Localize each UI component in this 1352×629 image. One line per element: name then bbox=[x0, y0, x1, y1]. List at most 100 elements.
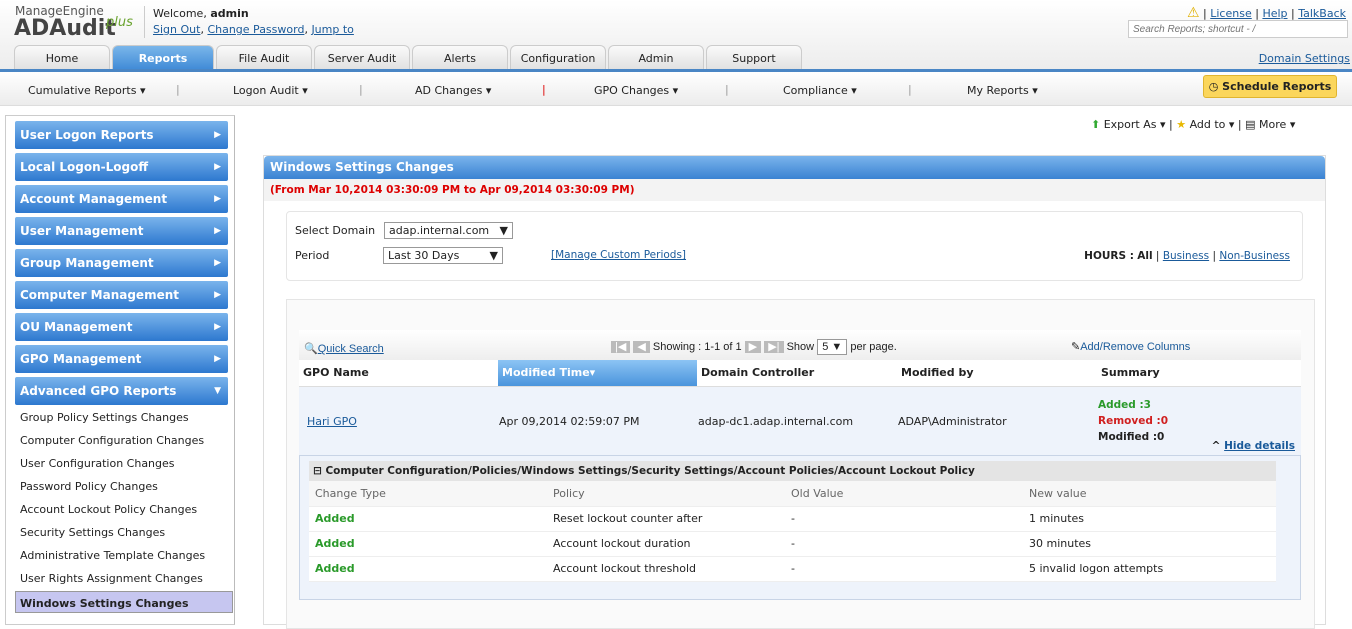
chevron-right-icon: ▶ bbox=[214, 130, 221, 140]
modified-by: ADAP\Administrator bbox=[898, 414, 1007, 428]
first-page-button[interactable]: |◀ bbox=[611, 341, 631, 353]
per-page-label: per page. bbox=[850, 341, 897, 353]
hours-non-business-link[interactable]: Non-Business bbox=[1219, 250, 1290, 262]
tab-file-audit[interactable]: File Audit bbox=[216, 45, 312, 70]
summary-added: Added :3 bbox=[1098, 399, 1151, 412]
select-domain-label: Select Domain bbox=[295, 224, 376, 237]
change-password-link[interactable]: Change Password bbox=[207, 23, 304, 36]
hide-details-link[interactable]: Hide details bbox=[1224, 440, 1295, 452]
sidebar-item[interactable]: Security Settings Changes bbox=[15, 522, 233, 544]
tab-reports[interactable]: Reports bbox=[112, 45, 214, 70]
menu-compliance[interactable]: Compliance ▾ bbox=[783, 84, 857, 97]
sidebar-section-gpo-mgmt[interactable]: GPO Management ▶ bbox=[15, 345, 228, 373]
divider bbox=[144, 6, 145, 38]
add-to-menu[interactable]: Add to ▾ bbox=[1190, 118, 1235, 131]
sign-out-link[interactable]: Sign Out bbox=[153, 23, 200, 36]
col-new-value: New value bbox=[1023, 481, 1276, 507]
col-policy: Policy bbox=[547, 481, 785, 507]
sidebar-item-selected[interactable]: Windows Settings Changes bbox=[15, 591, 233, 613]
col-modified-by[interactable]: Modified by bbox=[897, 360, 1097, 387]
menu-cumulative-reports[interactable]: Cumulative Reports ▾ bbox=[28, 84, 146, 97]
header: ManageEngine ADAudit plus Welcome, admin… bbox=[0, 0, 1352, 70]
tab-alerts[interactable]: Alerts bbox=[412, 45, 508, 70]
help-link[interactable]: Help bbox=[1262, 7, 1287, 20]
sidebar-section-account-mgmt[interactable]: Account Management ▶ bbox=[15, 185, 228, 213]
tab-home[interactable]: Home bbox=[14, 45, 110, 70]
search-input[interactable] bbox=[1128, 20, 1348, 38]
policy-path: Computer Configuration/Policies/Windows … bbox=[325, 465, 975, 477]
talkback-link[interactable]: TalkBack bbox=[1298, 7, 1346, 20]
schedule-reports-button[interactable]: ◷ Schedule Reports bbox=[1203, 75, 1337, 98]
col-domain-controller[interactable]: Domain Controller bbox=[697, 360, 897, 387]
separator: | bbox=[176, 83, 180, 96]
col-change-type: Change Type bbox=[309, 481, 547, 507]
sidebar-item[interactable]: User Configuration Changes bbox=[15, 453, 233, 475]
sidebar-section-ou-mgmt[interactable]: OU Management ▶ bbox=[15, 313, 228, 341]
manage-custom-periods-link[interactable]: [Manage Custom Periods] bbox=[551, 249, 686, 261]
prev-page-button[interactable]: ◀ bbox=[633, 341, 650, 353]
menu-logon-audit[interactable]: Logon Audit ▾ bbox=[233, 84, 308, 97]
menu-gpo-changes[interactable]: GPO Changes ▾ bbox=[594, 84, 678, 97]
sidebar-item[interactable]: User Rights Assignment Changes bbox=[15, 568, 233, 590]
clock-icon: ◷ bbox=[1208, 80, 1219, 93]
tab-support[interactable]: Support bbox=[706, 45, 802, 70]
chevron-right-icon: ▶ bbox=[214, 322, 221, 332]
tab-admin[interactable]: Admin bbox=[608, 45, 704, 70]
per-page-select[interactable]: 5 ▼ bbox=[817, 339, 848, 355]
collapse-icon[interactable]: ⊟ bbox=[313, 465, 322, 477]
hours-business-link[interactable]: Business bbox=[1163, 250, 1209, 262]
chevron-right-icon: ▶ bbox=[214, 162, 221, 172]
tab-server-audit[interactable]: Server Audit bbox=[314, 45, 410, 70]
sidebar-section-user-logon[interactable]: User Logon Reports ▶ bbox=[15, 121, 228, 149]
details-panel: ⊟ Computer Configuration/Policies/Window… bbox=[299, 455, 1301, 600]
detail-row: Added Account lockout duration -30 minutes bbox=[309, 531, 1276, 557]
sidebar-item[interactable]: Group Policy Settings Changes bbox=[15, 407, 233, 429]
schedule-reports-label: Schedule Reports bbox=[1222, 80, 1332, 93]
username: admin bbox=[210, 7, 249, 20]
results-grid: 🔍Quick Search |◀ ◀ Showing : 1-1 of 1 ▶ … bbox=[286, 299, 1315, 629]
hours-all[interactable]: All bbox=[1137, 250, 1152, 262]
menu-my-reports[interactable]: My Reports ▾ bbox=[967, 84, 1038, 97]
tab-configuration[interactable]: Configuration bbox=[510, 45, 606, 70]
sidebar-item[interactable]: Account Lockout Policy Changes bbox=[15, 499, 233, 521]
col-modified-time[interactable]: Modified Time▾ bbox=[498, 360, 697, 387]
more-icon: ▤ bbox=[1245, 118, 1256, 131]
chevron-right-icon: ▶ bbox=[214, 354, 221, 364]
show-label: Show bbox=[786, 341, 815, 353]
quick-search-link[interactable]: Quick Search bbox=[318, 343, 384, 355]
next-page-button[interactable]: ▶ bbox=[744, 341, 762, 353]
gpo-link[interactable]: Hari GPO bbox=[307, 415, 357, 428]
export-menu[interactable]: Export As ▾ bbox=[1104, 118, 1166, 131]
period-label: Period bbox=[295, 249, 330, 262]
sidebar-item[interactable]: Computer Configuration Changes bbox=[15, 430, 233, 452]
sidebar-item[interactable]: Password Policy Changes bbox=[15, 476, 233, 498]
domain-settings-link[interactable]: Domain Settings bbox=[1259, 52, 1350, 65]
sidebar-section-advanced-gpo[interactable]: Advanced GPO Reports ▼ bbox=[15, 377, 228, 405]
period-select[interactable]: Last 30 Days ▼ bbox=[383, 247, 503, 264]
modified-time: Apr 09,2014 02:59:07 PM bbox=[499, 414, 640, 428]
detail-header: Change Type Policy Old Value New value bbox=[309, 481, 1276, 507]
col-summary[interactable]: Summary bbox=[1097, 360, 1301, 387]
chevron-right-icon: ▶ bbox=[214, 226, 221, 236]
add-remove-columns-link[interactable]: Add/Remove Columns bbox=[1080, 341, 1190, 353]
last-page-button[interactable]: ▶| bbox=[764, 341, 784, 353]
separator: | bbox=[542, 83, 546, 96]
date-range: (From Mar 10,2014 03:30:09 PM to Apr 09,… bbox=[264, 179, 1325, 201]
logo-product: ADAudit bbox=[14, 16, 116, 41]
col-old-value: Old Value bbox=[785, 481, 1023, 507]
jump-to-link[interactable]: Jump to bbox=[311, 23, 353, 36]
sidebar-section-local-logon[interactable]: Local Logon-Logoff ▶ bbox=[15, 153, 228, 181]
domain-controller: adap-dc1.adap.internal.com bbox=[698, 414, 854, 428]
warning-icon[interactable]: ⚠ bbox=[1187, 5, 1200, 21]
sidebar-section-user-mgmt[interactable]: User Management ▶ bbox=[15, 217, 228, 245]
report-title: Windows Settings Changes bbox=[264, 156, 1325, 179]
sidebar-section-computer-mgmt[interactable]: Computer Management ▶ bbox=[15, 281, 228, 309]
sidebar-item[interactable]: Administrative Template Changes bbox=[15, 545, 233, 567]
search-icon: 🔍 bbox=[304, 343, 318, 355]
domain-select[interactable]: adap.internal.com ▼ bbox=[384, 222, 513, 239]
sidebar-section-group-mgmt[interactable]: Group Management ▶ bbox=[15, 249, 228, 277]
license-link[interactable]: License bbox=[1210, 7, 1251, 20]
menu-ad-changes[interactable]: AD Changes ▾ bbox=[415, 84, 491, 97]
col-gpo-name[interactable]: GPO Name bbox=[299, 360, 498, 387]
more-menu[interactable]: More ▾ bbox=[1259, 118, 1295, 131]
